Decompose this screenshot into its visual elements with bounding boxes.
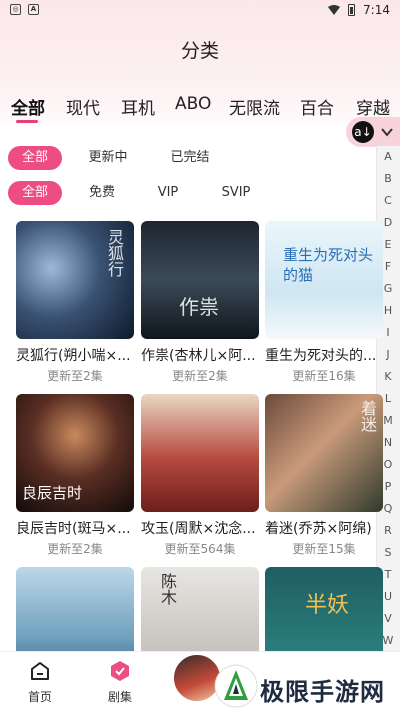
drama-cover-text: 半妖 — [305, 593, 350, 618]
drama-cover: 陈木 — [141, 567, 259, 651]
drama-cover-text: 灵狐行 — [105, 229, 124, 277]
status-time: 7:14 — [363, 3, 390, 17]
alpha-letter-a[interactable]: A — [377, 150, 399, 163]
alpha-letter-b[interactable]: B — [377, 172, 399, 185]
nav-home[interactable]: 首页 — [10, 652, 70, 711]
wifi-icon — [328, 5, 341, 15]
filter-status-all[interactable]: 全部 — [8, 146, 62, 170]
drama-title: 着迷(乔苏×阿绵) — [265, 521, 372, 537]
drama-cover-text: 着迷 — [358, 400, 377, 432]
drama-card[interactable]: 半妖 — [265, 567, 383, 651]
filter-status-completed[interactable]: 已完结 — [162, 146, 218, 170]
nav-drama-label: 剧集 — [107, 690, 132, 704]
drama-cover: 作祟 — [141, 221, 259, 339]
drama-card[interactable]: 作祟 作祟(杏林儿×阿... 更新至2集 — [141, 221, 259, 387]
drama-cover: 灵狐行 — [16, 221, 134, 339]
drama-cover: 着迷 — [265, 394, 383, 512]
tab-headphone[interactable]: 耳机 — [121, 94, 155, 119]
watermark: 极限手游网 — [214, 664, 400, 710]
drama-card[interactable] — [16, 567, 134, 651]
drama-title: 灵狐行(朔小喘×... — [16, 348, 131, 364]
drama-cover-text: 良辰吉时 — [22, 484, 83, 502]
drama-episode-count: 更新至15集 — [292, 542, 356, 556]
tab-all[interactable]: 全部 — [11, 94, 45, 119]
drama-card[interactable]: 灵狐行 灵狐行(朔小喘×... 更新至2集 — [16, 221, 134, 387]
status-bar: ◎ A 7:14 — [0, 0, 400, 20]
battery-icon — [348, 4, 356, 16]
drama-cover — [141, 394, 259, 512]
drama-title: 重生为死对头的... — [265, 348, 377, 364]
drama-episode-count: 更新至2集 — [47, 542, 103, 556]
sort-avatar-icon: a↓ — [352, 121, 374, 143]
tab-yuri[interactable]: 百合 — [300, 94, 334, 119]
filter-price-free[interactable]: 免费 — [80, 181, 124, 205]
alphabet-toggle-button[interactable]: a↓ — [346, 117, 400, 147]
page-title: 分类 — [180, 40, 219, 62]
app-a-icon: A — [28, 4, 39, 15]
drama-cover: 半妖 — [265, 567, 383, 651]
tab-abo[interactable]: ABO — [175, 94, 211, 114]
drama-title: 作祟(杏林儿×阿... — [141, 348, 256, 364]
drama-episode-count: 更新至2集 — [172, 369, 228, 383]
drama-cover — [16, 567, 134, 651]
drama-card[interactable]: 良辰吉时 良辰吉时(斑马×... 更新至2集 — [16, 394, 134, 560]
drama-cover: 重生为死对头的猫 — [265, 221, 383, 339]
drama-icon — [111, 661, 129, 681]
filter-price-all[interactable]: 全部 — [8, 181, 62, 205]
nav-drama[interactable]: 剧集 — [90, 652, 150, 711]
tab-time-travel[interactable]: 穿越 — [356, 94, 390, 119]
drama-card[interactable]: 着迷 着迷(乔苏×阿绵) 更新至15集 — [265, 394, 383, 560]
tab-infinite-flow[interactable]: 无限流 — [229, 94, 280, 119]
filter-price-vip[interactable]: VIP — [146, 181, 190, 205]
tab-modern[interactable]: 现代 — [66, 94, 100, 119]
chevron-down-icon — [381, 128, 393, 137]
drama-card[interactable]: 攻玉(周默×沈念... 更新至564集 — [141, 394, 259, 560]
home-icon — [31, 662, 49, 680]
drama-title: 良辰吉时(斑马×... — [16, 521, 131, 537]
nav-home-label: 首页 — [27, 690, 52, 704]
drama-episode-count: 更新至2集 — [47, 369, 103, 383]
drama-cover: 良辰吉时 — [16, 394, 134, 512]
drama-episode-count: 更新至564集 — [164, 542, 236, 556]
drama-card[interactable]: 重生为死对头的猫 重生为死对头的... 更新至16集 — [265, 221, 383, 387]
active-tab-indicator — [16, 120, 38, 123]
drama-cover-text: 重生为死对头的猫 — [283, 246, 374, 284]
alpha-letter-c[interactable]: C — [377, 194, 399, 207]
notification-icon: ◎ — [10, 4, 21, 15]
filter-price-svip[interactable]: SVIP — [212, 181, 260, 205]
drama-cover-text: 作祟 — [179, 295, 219, 319]
filter-status-ongoing[interactable]: 更新中 — [80, 146, 136, 170]
drama-card[interactable]: 陈木 — [141, 567, 259, 651]
category-tabs: 全部 现代 耳机 ABO 无限流 百合 穿越 — [0, 94, 400, 120]
watermark-text: 极限手游网 — [260, 678, 385, 706]
watermark-logo-icon — [214, 664, 258, 708]
drama-episode-count: 更新至16集 — [292, 369, 356, 383]
drama-cover-text: 陈木 — [158, 573, 177, 605]
drama-title: 攻玉(周默×沈念... — [141, 521, 256, 537]
